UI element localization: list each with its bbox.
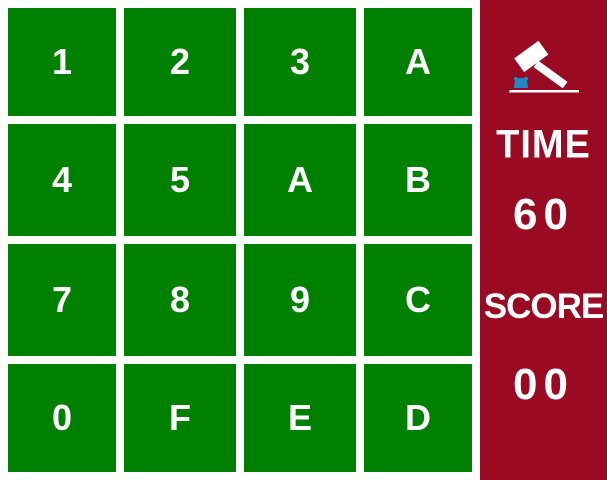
tile[interactable]: 8	[124, 244, 236, 356]
tile[interactable]: 9	[244, 244, 356, 356]
tile[interactable]: E	[244, 364, 356, 472]
tile[interactable]: A	[364, 8, 472, 116]
tile[interactable]: 3	[244, 8, 356, 116]
time-label: TIME	[496, 122, 591, 168]
tile[interactable]: 4	[8, 124, 116, 236]
side-panel: TIME 60 SCORE 00	[480, 0, 607, 480]
tile[interactable]: 2	[124, 8, 236, 116]
tile[interactable]: C	[364, 244, 472, 356]
tile-grid: 1 2 3 A 4 5 A B 7 8 9 C 0 F E D	[0, 0, 480, 480]
gavel-icon	[509, 40, 579, 93]
score-value: 00	[513, 360, 574, 409]
tile[interactable]: 1	[8, 8, 116, 116]
tile[interactable]: B	[364, 124, 472, 236]
tile[interactable]: F	[124, 364, 236, 472]
tile[interactable]: 7	[8, 244, 116, 356]
tile[interactable]: D	[364, 364, 472, 472]
tile[interactable]: A	[244, 124, 356, 236]
game-stage: 1 2 3 A 4 5 A B 7 8 9 C 0 F E D TIME 60 …	[0, 0, 607, 480]
score-label: SCORE	[483, 287, 604, 326]
time-value: 60	[513, 190, 574, 239]
tile[interactable]: 0	[8, 364, 116, 472]
tile[interactable]: 5	[124, 124, 236, 236]
